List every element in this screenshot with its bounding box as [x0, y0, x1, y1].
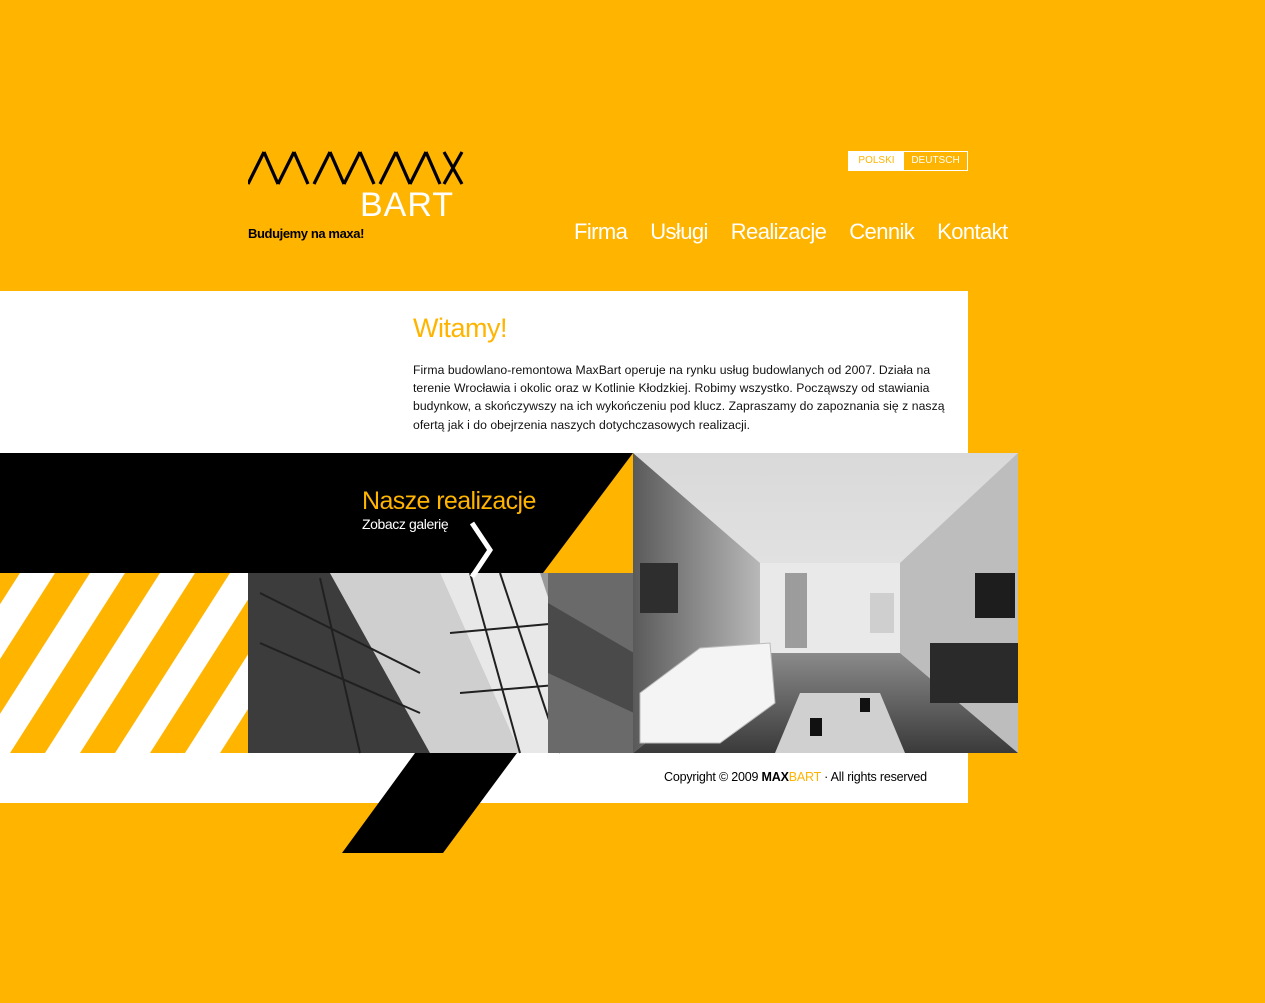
welcome-title: Witamy! — [413, 313, 508, 343]
lang-polish-button[interactable]: POLSKI — [849, 152, 904, 170]
welcome-text: Firma budowlano-remontowa MaxBart operuj… — [413, 363, 945, 432]
gallery-title[interactable]: Nasze realizacje — [362, 487, 536, 516]
gallery-banner-bg — [0, 453, 633, 573]
nav-cennik[interactable]: Cennik — [849, 215, 914, 249]
nav-firma[interactable]: Firma — [574, 215, 628, 249]
nav-kontakt[interactable]: Kontakt — [937, 215, 1008, 249]
lang-german-button[interactable]: DEUTSCH — [904, 152, 967, 170]
copyright: Copyright © 2009 MAXBART · All rights re… — [664, 770, 927, 784]
main-nav: Firma Usługi Realizacje Cennik Kontakt — [574, 215, 1031, 249]
logo-max-mark — [248, 151, 464, 185]
building-photo — [248, 572, 634, 754]
language-switch: POLSKI DEUTSCH — [848, 151, 968, 171]
logo[interactable]: BART — [248, 150, 470, 225]
decorative-parallelogram — [342, 753, 517, 853]
nav-realizacje[interactable]: Realizacje — [731, 215, 827, 249]
copyright-brand-bart: BART — [788, 770, 821, 784]
gallery-link[interactable]: Zobacz galerię — [362, 516, 449, 532]
copyright-brand-max: MAX — [761, 770, 789, 784]
copyright-prefix: Copyright © 2009 — [664, 770, 759, 784]
interior-photo — [633, 453, 1018, 753]
nav-uslugi[interactable]: Usługi — [650, 215, 708, 249]
copyright-suffix: · All rights reserved — [824, 770, 927, 784]
logo-bart-text: BART — [360, 186, 455, 224]
tagline: Budujemy na maxa! — [248, 226, 365, 241]
